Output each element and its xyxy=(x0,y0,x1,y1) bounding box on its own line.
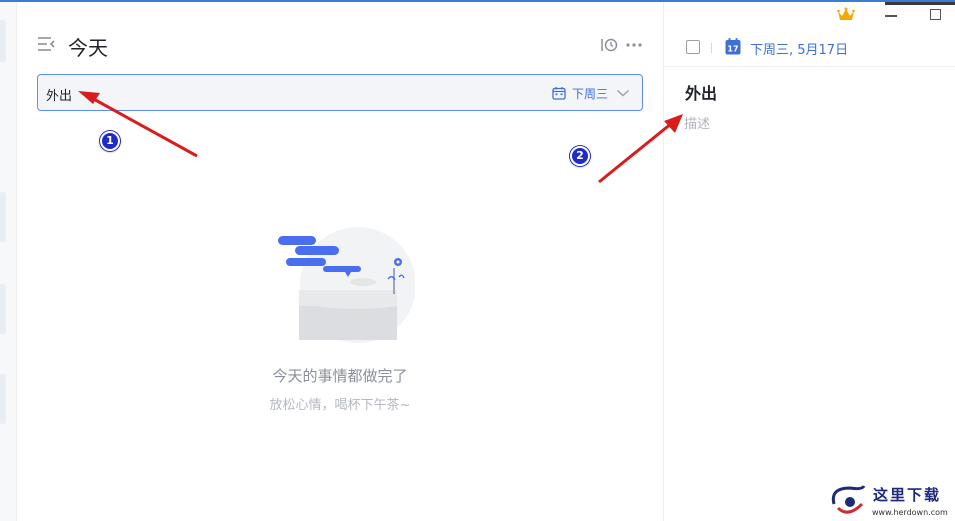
due-date-label: 下周三 xyxy=(571,86,608,101)
page-title: 今天 xyxy=(68,36,108,60)
chevron-down-icon[interactable] xyxy=(616,88,630,98)
sort-by-time-icon[interactable] xyxy=(600,36,618,54)
collapse-sidebar-icon[interactable] xyxy=(37,36,55,52)
due-date-picker[interactable]: 下周三 xyxy=(552,84,630,102)
maximize-button[interactable] xyxy=(930,9,941,20)
empty-state-illustration xyxy=(278,227,415,343)
detail-due-date[interactable]: 下周三, 5月17日 xyxy=(750,39,848,58)
add-task-input[interactable]: 外出 下周三 xyxy=(37,74,643,111)
empty-state-subtitle: 放松心情，喝杯下午茶~ xyxy=(269,398,411,413)
watermark-text: 这里下载 xyxy=(873,486,942,504)
calendar-date-icon[interactable]: 17 xyxy=(725,38,741,55)
detail-task-title[interactable]: 外出 xyxy=(685,80,717,104)
task-detail-panel: 17 下周三, 5月17日 外出 描述 xyxy=(664,2,955,521)
window-edge xyxy=(885,2,955,5)
minimize-button[interactable] xyxy=(885,15,897,17)
calendar-icon xyxy=(552,87,566,100)
empty-state-title: 今天的事情都做完了 xyxy=(272,367,408,385)
crown-icon[interactable] xyxy=(837,7,855,23)
rail-item[interactable] xyxy=(0,374,6,424)
separator xyxy=(711,43,712,53)
calendar-day-number: 17 xyxy=(727,45,738,54)
rail-item[interactable] xyxy=(0,284,6,334)
left-sidebar-rail xyxy=(0,2,17,521)
more-dots-icon[interactable] xyxy=(625,38,643,52)
annotation-badge-1: 1 xyxy=(100,131,120,151)
rail-item[interactable] xyxy=(0,20,6,62)
task-input-value[interactable]: 外出 xyxy=(46,85,72,104)
description-field[interactable]: 描述 xyxy=(684,113,710,132)
rail-item[interactable] xyxy=(0,192,6,242)
watermark-logo-icon xyxy=(831,485,866,514)
detail-header-divider xyxy=(664,66,955,67)
site-watermark: 这里下载 www.herdown.com xyxy=(828,482,953,520)
task-list-panel: 今天 外出 下周三 今天的事情都做完了 放松心情，喝杯下午茶~ xyxy=(17,2,663,521)
annotation-badge-2: 2 xyxy=(570,146,590,166)
task-complete-checkbox[interactable] xyxy=(686,40,700,54)
watermark-url: www.herdown.com xyxy=(872,508,948,517)
